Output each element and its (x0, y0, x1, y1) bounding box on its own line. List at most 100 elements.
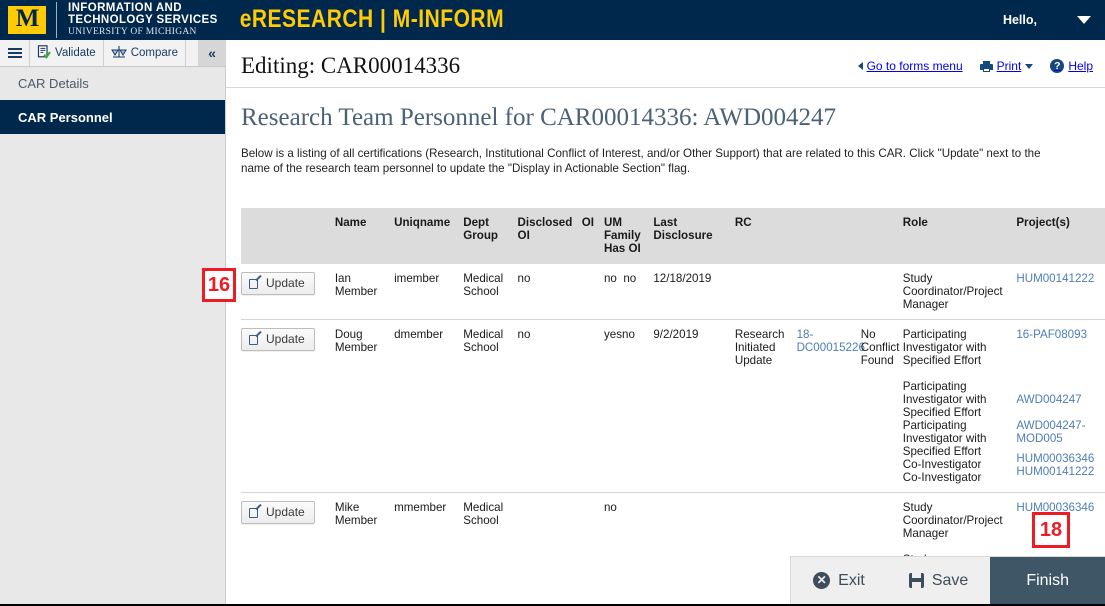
org-line-3: UNIVERSITY OF MICHIGAN (68, 27, 197, 37)
cell-uniqname: imember (394, 264, 464, 320)
name-line-1: Doug (334, 328, 363, 341)
sidebar: CAR Details CAR Personnel (0, 67, 226, 604)
pencil-edit-icon (249, 330, 262, 346)
annotation-callout-18: 18 (1032, 512, 1070, 548)
exit-label: Exit (838, 571, 865, 589)
compare-label: Compare (130, 47, 179, 59)
table-header-row: Name Uniqname Dept Group Disclosed OI OI… (241, 208, 1105, 264)
chevron-down-icon[interactable] (1077, 16, 1091, 24)
role-line-3: Manager (902, 527, 949, 540)
col-rc-result (860, 208, 903, 264)
dept-line-1: Medical (463, 501, 504, 514)
oi-secondary-value: no (623, 272, 637, 285)
compare-button[interactable]: Compare (103, 40, 187, 66)
pencil-edit-icon (249, 503, 262, 519)
cell-name: Ian Member (334, 264, 395, 320)
hamburger-icon (8, 45, 22, 61)
print-label: Print (996, 59, 1022, 73)
save-label: Save (931, 571, 969, 589)
project-link[interactable]: AWD004247 (1016, 393, 1081, 406)
role-line-3: Specified Effort (902, 354, 982, 367)
save-button[interactable]: Save (887, 557, 990, 604)
chevron-down-icon (1025, 63, 1034, 69)
exit-button[interactable]: ✕ Exit (791, 557, 887, 604)
sidebar-item-car-details[interactable]: CAR Details (0, 67, 225, 100)
name-line-2: Member (334, 514, 378, 527)
project-link[interactable]: 16-PAF08093 (1016, 328, 1087, 341)
update-button-label: Update (266, 505, 305, 519)
cell-oi (581, 264, 604, 320)
conflict-line-2: Conflict (860, 341, 900, 354)
cell-update: Update (241, 319, 335, 493)
update-button[interactable]: Update (241, 501, 315, 524)
role-entry: Participating Investigator with Specifie… (903, 380, 1015, 419)
header-links: Go to forms menu Print ? Help (857, 59, 1093, 73)
disclosure-case-link[interactable]: 18- DC00015226 (797, 328, 865, 354)
application-title: eRESEARCH | M-INFORM (239, 5, 505, 33)
role-line-2: Investigator with (902, 393, 987, 406)
validate-button[interactable]: Validate (30, 40, 104, 66)
pencil-edit-icon (249, 274, 262, 290)
name-line-2: Member (334, 341, 378, 354)
rc-line-1: Research (734, 328, 785, 341)
role-entry: Study Coordinator/Project Manager (903, 501, 1015, 540)
project-link[interactable]: HUM00036346 (1016, 452, 1094, 465)
sidebar-item-car-personnel[interactable]: CAR Personnel (0, 100, 225, 134)
col-rc: RC (734, 208, 797, 264)
conflict-line-3: Found (860, 354, 894, 367)
go-to-forms-menu-label: Go to forms menu (866, 59, 963, 73)
role-line-1: Participating (902, 328, 967, 341)
footer-actions: ✕ Exit Save Finish (790, 556, 1105, 604)
cell-dept-group: Medical School (463, 319, 518, 493)
um-family-value: yes (603, 328, 623, 341)
project-link[interactable]: AWD004247-MOD005 (1016, 419, 1085, 445)
project-entry: HUM00141222 (1016, 465, 1105, 478)
disclosure-case-line-1: 18- (796, 328, 814, 341)
user-menu[interactable]: Hello, (1003, 0, 1091, 40)
left-toolbar: Validate Compare « (0, 40, 226, 67)
conflict-line-1: No (860, 328, 876, 341)
personnel-table: Name Uniqname Dept Group Disclosed OI OI… (241, 208, 1105, 601)
disclosure-case-line-2: DC00015226 (796, 341, 865, 354)
col-projects: Project(s) (1016, 208, 1105, 264)
user-greeting: Hello, (1002, 13, 1037, 27)
top-banner: M INFORMATION AND TECHNOLOGY SERVICES UN… (0, 0, 1105, 40)
print-button[interactable]: Print (979, 59, 1034, 73)
col-rc-id (796, 208, 861, 264)
help-button[interactable]: ? Help (1050, 59, 1093, 73)
project-link[interactable]: HUM00141222 (1016, 272, 1094, 285)
cell-rc (734, 264, 797, 320)
update-button[interactable]: Update (241, 328, 315, 351)
go-to-forms-menu-link[interactable]: Go to forms menu (857, 59, 963, 73)
application-window: M INFORMATION AND TECHNOLOGY SERVICES UN… (0, 0, 1105, 606)
finish-label: Finish (1026, 571, 1069, 589)
cell-uniqname: dmember (394, 319, 464, 493)
role-line-1: Co-Investigator (902, 471, 982, 484)
hamburger-menu-button[interactable] (0, 40, 30, 66)
cell-um-family-has-oi: yesno (603, 319, 654, 493)
page-intro-text: Below is a listing of all certifications… (241, 147, 1041, 175)
dept-line-1: Medical (463, 272, 504, 285)
col-uniqname: Uniqname (394, 208, 464, 264)
finish-button[interactable]: Finish (990, 557, 1105, 604)
cell-name: Doug Member (334, 319, 395, 493)
role-line-2: Investigator with (902, 432, 987, 445)
cell-projects: 16-PAF08093 AWD004247 AWD004247-MOD005 H… (1016, 319, 1105, 493)
project-entry: AWD004247-MOD005 (1016, 419, 1105, 445)
role-line-1: Study (902, 272, 933, 285)
project-entry: AWD004247 (1016, 393, 1105, 406)
update-button[interactable]: Update (241, 272, 315, 295)
rc-line-2: Initiated (734, 341, 776, 354)
cell-um-family-has-oi: no no (603, 264, 654, 320)
role-line-2: Coordinator/Project (902, 285, 1003, 298)
annotation-callout-16: 16 (202, 268, 236, 302)
name-line-1: Mike (334, 501, 360, 514)
collapse-sidebar-button[interactable]: « (198, 40, 226, 66)
project-entry: HUM00036346 (1016, 452, 1105, 465)
project-link[interactable]: HUM00141222 (1016, 465, 1094, 478)
table-row: Update Ian Member imember Medical School (241, 264, 1105, 320)
cell-last-disclosure: 9/2/2019 (653, 319, 735, 493)
